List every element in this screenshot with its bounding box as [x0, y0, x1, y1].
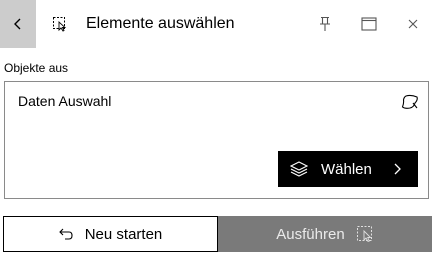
close-button[interactable] [391, 0, 435, 48]
pin-icon [320, 16, 330, 31]
chevron-left-icon [14, 18, 21, 30]
maximize-icon [361, 17, 377, 31]
title-bar: Elemente auswählen [0, 0, 435, 48]
close-icon [408, 19, 418, 29]
action-bar: Neu starten Ausführen [3, 216, 432, 252]
freehand-select-icon[interactable] [401, 94, 419, 110]
page-title: Elemente auswählen [86, 15, 235, 32]
selection-box: Daten Auswahl Wählen [4, 81, 429, 199]
back-button[interactable] [0, 0, 36, 48]
maximize-button[interactable] [347, 0, 391, 48]
run-button-label: Ausführen [276, 225, 345, 243]
run-button[interactable]: Ausführen [218, 216, 432, 252]
choose-button[interactable]: Wählen [278, 151, 418, 187]
restart-button[interactable]: Neu starten [3, 216, 218, 252]
restart-button-label: Neu starten [84, 225, 163, 243]
chevron-right-icon [392, 162, 402, 176]
undo-arrow-icon [58, 228, 73, 240]
section-label: Objekte aus [4, 61, 69, 75]
select-elements-icon [52, 16, 68, 32]
selection-label: Daten Auswahl [18, 93, 112, 109]
layers-icon [290, 160, 308, 178]
choose-button-label: Wählen [321, 160, 372, 178]
pin-button[interactable] [303, 0, 347, 48]
select-elements-icon [356, 225, 374, 243]
window-controls [303, 0, 435, 48]
